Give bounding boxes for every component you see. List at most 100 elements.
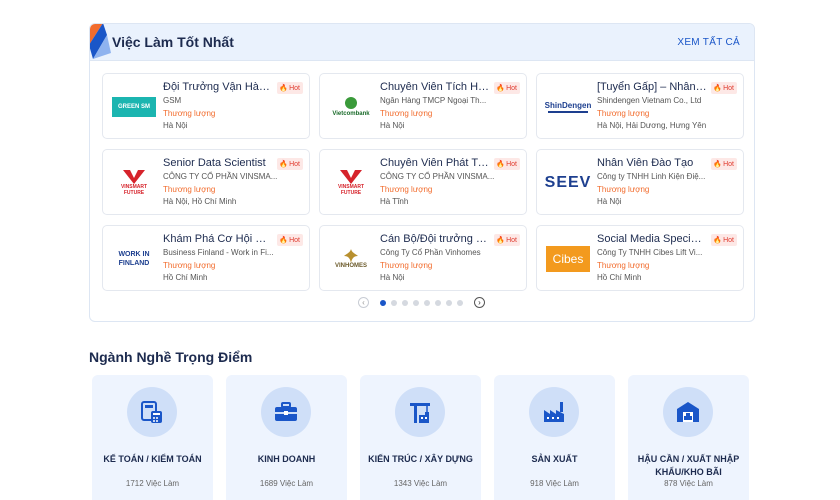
pager-dot[interactable] — [380, 300, 386, 306]
industry-card-logistics[interactable]: HẬU CẦN / XUẤT NHẬP KHẨU/KHO BÃI 878 Việ… — [628, 375, 749, 500]
job-location: Hà Tĩnh — [380, 197, 409, 206]
job-company: Công ty TNHH Linh Kiện Điệ... — [597, 172, 706, 181]
job-title[interactable]: [Tuyển Gấp] – Nhân V... — [597, 80, 707, 94]
industry-name: HẬU CẦN / XUẤT NHẬP KHẨU/KHO BÃI — [637, 454, 740, 477]
hot-badge: 🔥 Hot — [711, 234, 737, 246]
fire-icon: 🔥 — [496, 236, 506, 244]
job-location: Hà Nội, Hồ Chí Minh — [163, 197, 237, 206]
job-card[interactable]: ShinDengen [Tuyển Gấp] – Nhân V... Shind… — [536, 73, 744, 139]
industry-count: 1689 Việc Làm — [259, 479, 314, 488]
job-salary: Thương lượng — [597, 260, 650, 270]
job-location: Hà Nội — [597, 197, 622, 206]
job-location: Hà Nội — [380, 273, 405, 282]
industry-count: 1343 Việc Làm — [393, 479, 448, 488]
job-title[interactable]: Social Media Specialist — [597, 232, 707, 246]
pager-dot[interactable] — [413, 300, 419, 306]
job-company: CÔNG TY CỔ PHẦN VINSMA... — [163, 172, 278, 181]
vinsmart-logo: VINSMART FUTURE — [328, 160, 374, 206]
cibes-logo: Cibes — [545, 236, 591, 282]
industry-card-business[interactable]: KINH DOANH 1689 Việc Làm — [226, 375, 347, 500]
job-title[interactable]: Khám Phá Cơ Hội Phá... — [163, 232, 273, 246]
job-card[interactable]: Vietcombank Chuyên Viên Tích Hợ... Ngân … — [319, 73, 527, 139]
industry-carousel: KẾ TOÁN / KIỂM TOÁN 1712 Việc Làm KINH D… — [89, 375, 751, 500]
fire-icon: 🔥 — [279, 160, 289, 168]
shindengen-logo: ShinDengen — [545, 84, 591, 130]
job-company: Shindengen Vietnam Co., Ltd — [597, 96, 702, 105]
job-company: CÔNG TY CỔ PHẦN VINSMA... — [380, 172, 495, 181]
chevron-left-icon[interactable]: ‹ — [358, 297, 369, 308]
job-location: Hà Nội, Hải Dương, Hưng Yên — [597, 121, 707, 130]
job-title[interactable]: Nhân Viên Đào Tạo — [597, 156, 707, 170]
job-title[interactable]: Senior Data Scientist — [163, 156, 273, 170]
fire-icon: 🔥 — [496, 160, 506, 168]
job-title[interactable]: Chuyên Viên Phát Tri... — [380, 156, 490, 170]
factory-icon — [529, 387, 579, 437]
fire-icon: 🔥 — [496, 84, 506, 92]
hot-badge: 🔥 Hot — [494, 82, 520, 94]
job-location: Hồ Chí Minh — [597, 273, 642, 282]
job-location: Hà Nội — [380, 121, 405, 130]
fire-icon: 🔥 — [713, 160, 723, 168]
job-title[interactable]: Cán Bộ/Đội trưởng Gi... — [380, 232, 490, 246]
job-card[interactable]: WORK IN FINLAND Khám Phá Cơ Hội Phá... B… — [102, 225, 310, 291]
job-title[interactable]: Đội Trưởng Vận Hành... — [163, 80, 273, 94]
job-card[interactable]: VINHOMES Cán Bộ/Đội trưởng Gi... Công Ty… — [319, 225, 527, 291]
fire-icon: 🔥 — [279, 236, 289, 244]
seev-logo: SEEV — [545, 174, 591, 191]
industry-card-manufacturing[interactable]: SẢN XUẤT 918 Việc Làm — [494, 375, 615, 500]
job-card[interactable]: Cibes Social Media Specialist Công Ty TN… — [536, 225, 744, 291]
industry-name: KIẾN TRÚC / XÂY DỰNG — [368, 454, 473, 464]
industry-card-architecture[interactable]: KIẾN TRÚC / XÂY DỰNG 1343 Việc Làm — [360, 375, 481, 500]
fire-icon: 🔥 — [279, 84, 289, 92]
job-company: Business Finland - Work in Fi... — [163, 248, 274, 257]
industry-count: 878 Việc Làm — [664, 479, 713, 488]
crane-icon — [395, 387, 445, 437]
pager-dot[interactable] — [457, 300, 463, 306]
job-salary: Thương lượng — [380, 184, 433, 194]
best-jobs-title: Việc Làm Tốt Nhất — [112, 34, 234, 50]
job-pager: ‹ › — [90, 295, 754, 311]
chevron-right-icon[interactable]: › — [474, 297, 485, 308]
pager-dot[interactable] — [402, 300, 408, 306]
job-grid: GREEN SM Đội Trưởng Vận Hành... GSM Thươ… — [102, 73, 744, 293]
hot-badge: 🔥 Hot — [711, 82, 737, 94]
hot-badge: 🔥 Hot — [494, 158, 520, 170]
job-salary: Thương lượng — [380, 108, 433, 118]
pager-dot[interactable] — [424, 300, 430, 306]
job-company: Công Ty TNHH Cibes Lift Vi... — [597, 248, 703, 257]
industry-name: SẢN XUẤT — [531, 454, 578, 464]
hot-badge: 🔥 Hot — [277, 234, 303, 246]
industries-title: Ngành Nghề Trọng Điểm — [89, 349, 253, 365]
job-salary: Thương lượng — [163, 260, 216, 270]
gsm-logo: GREEN SM — [111, 84, 157, 130]
pager-dot[interactable] — [391, 300, 397, 306]
industry-name: KINH DOANH — [257, 454, 316, 464]
pager-dot[interactable] — [435, 300, 441, 306]
pager-dot[interactable] — [446, 300, 452, 306]
job-location: Hồ Chí Minh — [163, 273, 208, 282]
industry-name: KẾ TOÁN / KIỂM TOÁN — [103, 454, 202, 464]
job-card[interactable]: SEEV Nhân Viên Đào Tạo Công ty TNHH Linh… — [536, 149, 744, 215]
job-salary: Thương lượng — [597, 184, 650, 194]
briefcase-icon — [261, 387, 311, 437]
hot-badge: 🔥 Hot — [277, 158, 303, 170]
job-location: Hà Nội — [163, 121, 188, 130]
warehouse-icon — [663, 387, 713, 437]
job-salary: Thương lượng — [163, 108, 216, 118]
work-in-finland-logo: WORK IN FINLAND — [118, 251, 150, 267]
accounting-icon — [127, 387, 177, 437]
job-salary: Thương lượng — [597, 108, 650, 118]
job-company: GSM — [163, 96, 182, 105]
job-card[interactable]: VINSMART FUTURE Chuyên Viên Phát Tri... … — [319, 149, 527, 215]
job-card[interactable]: GREEN SM Đội Trưởng Vận Hành... GSM Thươ… — [102, 73, 310, 139]
view-all-link[interactable]: XEM TẤT CẢ — [677, 37, 740, 48]
hot-badge: 🔥 Hot — [494, 234, 520, 246]
job-company: Công Ty Cổ Phần Vinhomes — [380, 248, 481, 257]
industry-card-accounting[interactable]: KẾ TOÁN / KIỂM TOÁN 1712 Việc Làm — [92, 375, 213, 500]
best-jobs-header: Việc Làm Tốt Nhất XEM TẤT CẢ — [90, 24, 754, 61]
job-salary: Thương lượng — [163, 184, 216, 194]
job-title[interactable]: Chuyên Viên Tích Hợ... — [380, 80, 490, 94]
job-company: Ngân Hàng TMCP Ngoại Th... — [380, 96, 487, 105]
job-card[interactable]: VINSMART FUTURE Senior Data Scientist CÔ… — [102, 149, 310, 215]
industry-count: 918 Việc Làm — [530, 479, 579, 488]
